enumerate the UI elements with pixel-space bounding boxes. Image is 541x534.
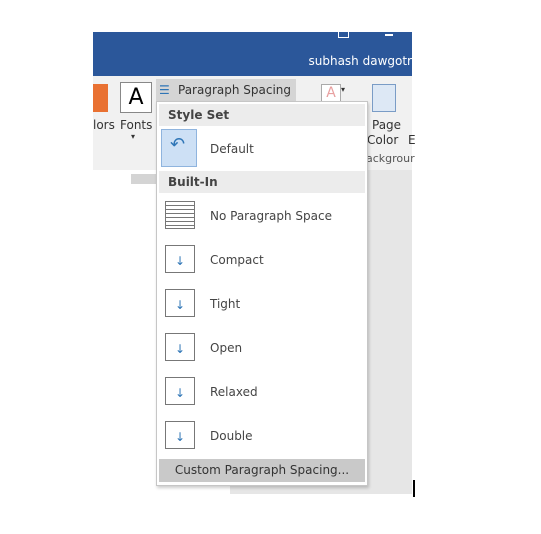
page-background-group-label: ackgrour bbox=[366, 152, 415, 165]
no-paragraph-space-icon bbox=[165, 201, 195, 229]
paragraph-spacing-button[interactable]: ☰ Paragraph Spacing ▾ bbox=[156, 79, 345, 101]
menu-item-double[interactable]: ↓ Double bbox=[157, 414, 367, 458]
menu-item-label: Tight bbox=[210, 297, 241, 311]
default-style-icon: ↶ bbox=[161, 129, 197, 167]
double-spacing-icon: ↓ bbox=[165, 421, 195, 449]
paragraph-spacing-icon: ☰ bbox=[159, 83, 170, 97]
page-borders-label[interactable]: E bbox=[408, 133, 416, 147]
menu-item-label: Default bbox=[210, 142, 254, 156]
minimize-icon[interactable] bbox=[385, 34, 393, 36]
colors-button-label[interactable]: lors bbox=[93, 118, 115, 132]
paragraph-spacing-label: Paragraph Spacing bbox=[178, 83, 292, 97]
menu-item-label: Relaxed bbox=[210, 385, 258, 399]
fonts-icon[interactable]: A bbox=[120, 82, 152, 113]
menu-item-label: Double bbox=[210, 429, 253, 443]
menu-item-default[interactable]: ↶ Default bbox=[157, 127, 367, 171]
title-bar: subhash dawgotr bbox=[93, 32, 412, 76]
built-in-header: Built-In bbox=[159, 171, 365, 193]
paragraph-spacing-menu: Style Set ↶ Default Built-In No Paragrap… bbox=[156, 101, 368, 486]
fonts-button-label[interactable]: Fonts bbox=[120, 118, 152, 132]
page-color-label-2[interactable]: Color bbox=[367, 133, 398, 147]
ribbon-display-options-icon[interactable] bbox=[338, 32, 349, 38]
menu-item-compact[interactable]: ↓ Compact bbox=[157, 238, 367, 282]
dropdown-arrow-icon: ▾ bbox=[341, 85, 346, 94]
ruler-margin bbox=[131, 174, 157, 184]
open-spacing-icon: ↓ bbox=[165, 333, 195, 361]
text-cursor bbox=[413, 480, 415, 497]
compact-spacing-icon: ↓ bbox=[165, 245, 195, 273]
menu-item-open[interactable]: ↓ Open bbox=[157, 326, 367, 370]
colors-icon[interactable] bbox=[93, 84, 108, 112]
page-color-icon[interactable] bbox=[372, 84, 396, 112]
tight-spacing-icon: ↓ bbox=[165, 289, 195, 317]
menu-item-label: No Paragraph Space bbox=[210, 209, 332, 223]
menu-item-relaxed[interactable]: ↓ Relaxed bbox=[157, 370, 367, 414]
menu-item-tight[interactable]: ↓ Tight bbox=[157, 282, 367, 326]
custom-paragraph-spacing-button[interactable]: Custom Paragraph Spacing... bbox=[159, 459, 365, 482]
relaxed-spacing-icon: ↓ bbox=[165, 377, 195, 405]
menu-item-no-paragraph-space[interactable]: No Paragraph Space bbox=[157, 194, 367, 238]
menu-item-label: Open bbox=[210, 341, 243, 355]
user-name[interactable]: subhash dawgotr bbox=[309, 54, 413, 68]
chevron-down-icon[interactable]: ▾ bbox=[131, 132, 135, 141]
page-color-label[interactable]: Page bbox=[372, 118, 401, 132]
menu-item-label: Compact bbox=[210, 253, 264, 267]
style-set-header: Style Set bbox=[159, 104, 365, 126]
